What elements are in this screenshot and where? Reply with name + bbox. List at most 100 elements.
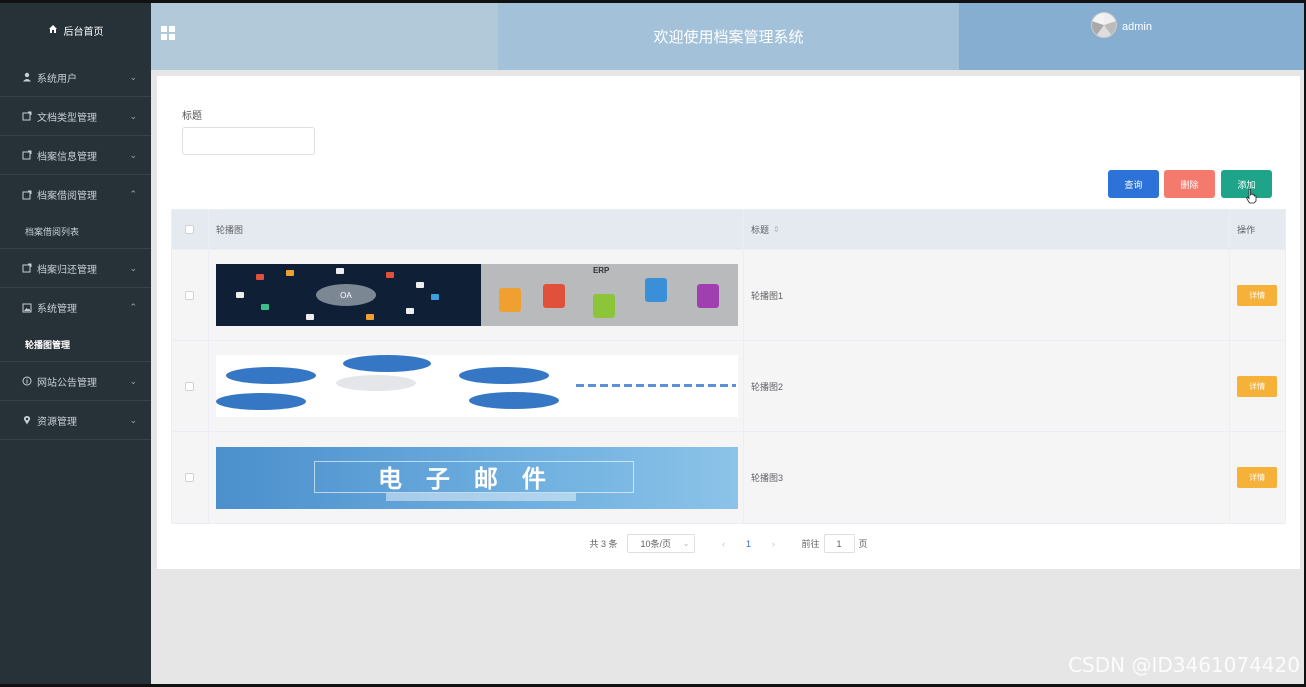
row-actions-cell: 详情 bbox=[1230, 341, 1285, 431]
chevron-down-icon: ⌄ bbox=[129, 110, 137, 121]
sidebar-item-label: 文档类型管理 bbox=[37, 112, 97, 124]
sidebar-item-label: 档案借阅管理 bbox=[37, 191, 97, 202]
pagination: 共 3 条 10条/页 ⌄ ‹ 1 › 前往 1 页 bbox=[157, 534, 1300, 553]
column-header-title[interactable]: 标题 ⇕ bbox=[744, 210, 1231, 249]
pointer-cursor-icon bbox=[1245, 188, 1257, 207]
column-header-title-label: 标题 bbox=[750, 225, 769, 235]
detail-button[interactable]: 详情 bbox=[1237, 284, 1278, 306]
erp-label: ERP bbox=[592, 266, 610, 275]
row-actions-cell: 详情 bbox=[1230, 250, 1285, 340]
select-all-checkbox[interactable] bbox=[185, 225, 195, 234]
header-right: admin bbox=[959, 3, 1304, 70]
page-size-value: 10条/页 bbox=[640, 539, 671, 549]
row-checkbox[interactable] bbox=[185, 473, 195, 482]
home-icon bbox=[48, 24, 58, 37]
watermark: CSDN @ID3461074420 bbox=[1068, 653, 1300, 677]
sidebar-item-label: 资源管理 bbox=[37, 416, 77, 428]
oa-graphic: OA bbox=[215, 264, 481, 326]
row-checkbox[interactable] bbox=[185, 381, 195, 391]
erp-graphic: ERP bbox=[480, 264, 738, 326]
chevron-down-icon: ⌄ bbox=[129, 71, 137, 82]
row-title: 轮播图2 bbox=[744, 341, 1231, 431]
carousel-image bbox=[215, 355, 738, 417]
username[interactable]: admin bbox=[1122, 21, 1152, 33]
column-header-actions: 操作 bbox=[1237, 225, 1256, 235]
goto-page-input[interactable]: 1 bbox=[823, 534, 855, 553]
title-filter-label: 标题 bbox=[182, 111, 202, 122]
sidebar-item-announcements[interactable]: 网站公告管理 ⌄ bbox=[0, 362, 151, 401]
sidebar: 后台首页 系统用户 ⌄ 文档类型管理 ⌄ 档案信息管理 ⌄ 档案借阅管理 ⌃ 档… bbox=[0, 3, 151, 684]
email-banner-text: 电子邮件 bbox=[313, 460, 634, 493]
table-row: 电子邮件 轮播图3 详情 bbox=[172, 432, 1285, 523]
column-header-image: 轮播图 bbox=[209, 210, 744, 249]
sidebar-item-label: 档案信息管理 bbox=[37, 151, 97, 163]
chevron-down-icon: ⌄ bbox=[129, 414, 137, 425]
page-size-select[interactable]: 10条/页 ⌄ bbox=[627, 534, 696, 553]
pagination-total: 共 3 条 bbox=[589, 539, 618, 549]
row-checkbox-cell bbox=[172, 250, 209, 340]
row-image-cell: 电子邮件 bbox=[209, 432, 744, 523]
header-left bbox=[151, 3, 498, 70]
document-icon bbox=[22, 111, 32, 121]
title-filter-input[interactable] bbox=[182, 127, 315, 155]
row-title: 轮播图1 bbox=[744, 250, 1231, 340]
prev-page-button[interactable]: ‹ bbox=[713, 539, 733, 549]
chevron-down-icon: ⌄ bbox=[682, 539, 690, 548]
document-icon bbox=[22, 263, 32, 273]
sidebar-subitem-carousel[interactable]: 轮播图管理 bbox=[0, 327, 151, 361]
delete-button[interactable]: 删除 bbox=[1164, 170, 1215, 198]
sidebar-home-link[interactable]: 后台首页 bbox=[0, 3, 151, 58]
location-icon bbox=[22, 415, 32, 425]
image-icon bbox=[22, 303, 32, 313]
page-title: 欢迎使用档案管理系统 bbox=[498, 3, 959, 70]
sidebar-item-label: 系统管理 bbox=[37, 304, 77, 315]
info-icon bbox=[22, 376, 32, 386]
next-page-button[interactable]: › bbox=[763, 539, 783, 549]
chevron-down-icon: ⌄ bbox=[129, 262, 137, 273]
table-header-row: 轮播图 标题 ⇕ 操作 bbox=[172, 210, 1285, 250]
user-icon bbox=[22, 72, 32, 82]
menu-grid-icon[interactable] bbox=[161, 26, 175, 40]
sidebar-item-system-users[interactable]: 系统用户 ⌄ bbox=[0, 58, 151, 97]
query-button[interactable]: 查询 bbox=[1108, 170, 1159, 198]
row-title: 轮播图3 bbox=[744, 432, 1231, 523]
chevron-down-icon: ⌄ bbox=[129, 375, 137, 386]
table-row: 轮播图2 详情 bbox=[172, 341, 1285, 432]
carousel-table: 轮播图 标题 ⇕ 操作 OA ERP 轮播图1 详情 轮播图2 详情 电子邮件 … bbox=[171, 209, 1286, 524]
chevron-down-icon: ⌄ bbox=[129, 149, 137, 160]
sidebar-item-archive-return[interactable]: 档案归还管理 ⌄ bbox=[0, 249, 151, 288]
sidebar-item-resources[interactable]: 资源管理 ⌄ bbox=[0, 401, 151, 440]
carousel-image: 电子邮件 bbox=[215, 446, 738, 509]
row-checkbox[interactable] bbox=[185, 290, 195, 300]
avatar[interactable] bbox=[1091, 12, 1117, 38]
sidebar-item-doc-types[interactable]: 文档类型管理 ⌄ bbox=[0, 97, 151, 136]
goto-label: 前往 bbox=[801, 539, 820, 549]
detail-button[interactable]: 详情 bbox=[1237, 467, 1278, 488]
row-image-cell: OA ERP bbox=[209, 250, 744, 340]
sidebar-item-label: 档案归还管理 bbox=[37, 264, 97, 276]
document-icon bbox=[22, 150, 32, 160]
content-card: 标题 查询 删除 添加 轮播图 标题 ⇕ 操作 OA ERP 轮播图1 详情 轮… bbox=[157, 76, 1300, 569]
row-checkbox-cell bbox=[172, 432, 209, 523]
document-icon bbox=[22, 190, 32, 200]
select-all-checkbox-cell bbox=[172, 210, 209, 249]
row-image-cell bbox=[209, 341, 744, 431]
sidebar-item-archive-info[interactable]: 档案信息管理 ⌄ bbox=[0, 136, 151, 175]
row-checkbox-cell bbox=[172, 341, 209, 431]
sidebar-subitem-borrow-list[interactable]: 档案借阅列表 bbox=[0, 214, 151, 248]
sidebar-item-system-management[interactable]: 系统管理 ⌃ bbox=[0, 288, 151, 327]
sort-icon[interactable]: ⇕ bbox=[773, 225, 780, 234]
row-actions-cell: 详情 bbox=[1230, 432, 1285, 523]
oa-label: OA bbox=[315, 284, 376, 306]
sidebar-item-archive-borrow[interactable]: 档案借阅管理 ⌃ bbox=[0, 175, 151, 214]
chevron-up-icon: ⌃ bbox=[129, 302, 137, 312]
sidebar-item-label: 网站公告管理 bbox=[37, 377, 97, 389]
carousel-image: OA ERP bbox=[215, 264, 738, 326]
chevron-up-icon: ⌃ bbox=[129, 189, 137, 199]
table-row: OA ERP 轮播图1 详情 bbox=[172, 250, 1285, 341]
page-number-current[interactable]: 1 bbox=[741, 539, 755, 549]
goto-suffix: 页 bbox=[858, 539, 868, 549]
sidebar-item-label: 系统用户 bbox=[37, 73, 77, 85]
detail-button[interactable]: 详情 bbox=[1237, 375, 1278, 397]
sidebar-home-label: 后台首页 bbox=[63, 27, 104, 38]
